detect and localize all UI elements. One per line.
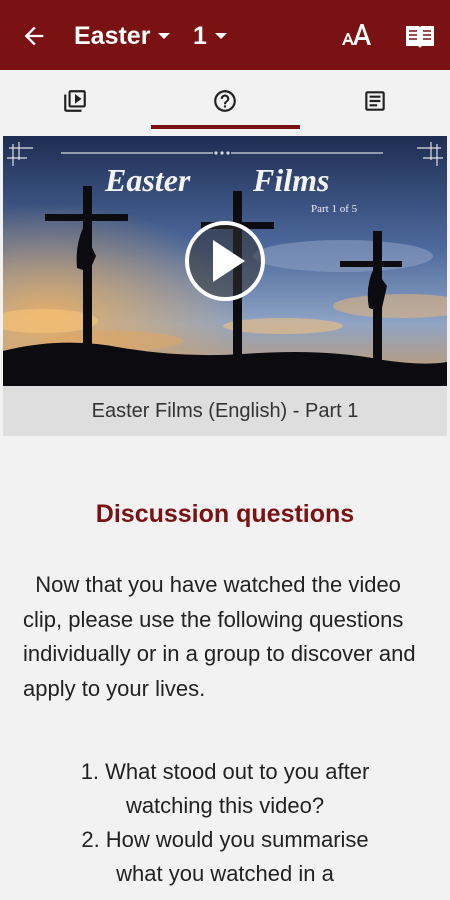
video-artwork: Easter Films Part 1 of 5: [3, 136, 447, 386]
question-2-line-2: what you watched in a: [116, 861, 334, 886]
help-circle-icon: [214, 90, 236, 112]
questions-list: 1. What stood out to you after watching …: [0, 755, 450, 891]
chapter-selector[interactable]: 1: [193, 19, 227, 53]
list-item: 2. How would you summarise what you watc…: [0, 823, 450, 891]
reader-book-icon[interactable]: [404, 21, 436, 51]
book-name: Easter: [74, 22, 151, 50]
tab-selected-indicator: [151, 125, 300, 129]
book-selector[interactable]: Easter: [74, 19, 171, 53]
list-item: 1. What stood out to you after watching …: [0, 755, 450, 823]
play-icon[interactable]: [185, 221, 265, 301]
notes-icon: [365, 91, 385, 111]
video-thumbnail[interactable]: Easter Films Part 1 of 5: [3, 136, 447, 386]
section-heading: Discussion questions: [95, 500, 355, 528]
tab-bar: [0, 70, 450, 132]
question-2-line-1: 2. How would you summarise: [81, 827, 369, 852]
chevron-down-icon: [158, 33, 171, 39]
back-arrow-icon[interactable]: [20, 22, 48, 50]
video-caption: Easter Films (English) - Part 1: [3, 386, 447, 436]
intro-text: Now that you have watched the video clip…: [23, 572, 416, 701]
chapter-number: 1: [193, 22, 207, 50]
question-1-line-1: 1. What stood out to you after: [80, 759, 370, 784]
video-library-icon: [64, 90, 86, 112]
question-1-line-2: watching this video?: [125, 793, 325, 818]
art-part-label: Part 1 of 5: [311, 203, 358, 215]
app-bar: Easter 1: [0, 0, 450, 70]
tab-notes[interactable]: [300, 70, 450, 132]
tab-video[interactable]: [0, 70, 150, 132]
text-size-icon[interactable]: [340, 18, 374, 52]
art-title-easter: Easter: [104, 162, 191, 198]
chevron-down-icon: [214, 33, 227, 39]
intro-paragraph: Now that you have watched the video clip…: [23, 568, 433, 706]
tab-questions[interactable]: [150, 70, 300, 132]
art-title-films: Films: [252, 162, 329, 198]
